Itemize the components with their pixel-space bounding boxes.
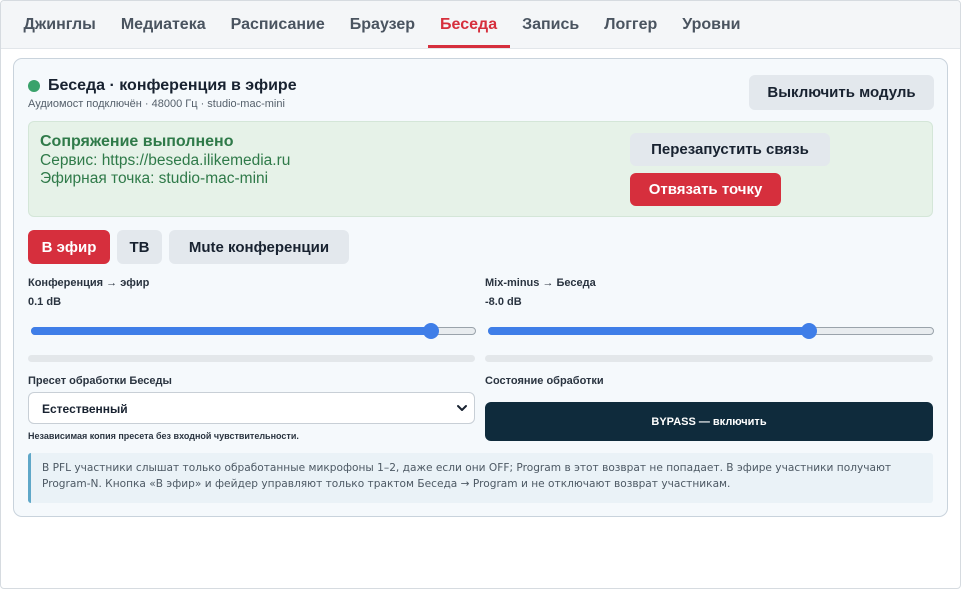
tab-beseda[interactable]: Беседа xyxy=(427,1,510,48)
tab-media-library[interactable]: Медиатека xyxy=(108,1,218,48)
module-subtitle: Аудиомост подключён · 48000 Гц · studio-… xyxy=(28,98,285,110)
conference-fader-slider[interactable] xyxy=(31,323,476,339)
mute-conference-button[interactable]: Mute конференции xyxy=(169,230,349,264)
conference-fader-fill xyxy=(31,327,431,335)
tab-jingles[interactable]: Джинглы xyxy=(11,1,108,48)
tab-bar: Джинглы Медиатека Расписание Браузер Бес… xyxy=(1,1,960,49)
tab-browser[interactable]: Браузер xyxy=(337,1,427,48)
conference-fader-label: Конференция → эфир xyxy=(28,277,150,289)
mixminus-level-meter xyxy=(485,355,933,362)
info-note: В PFL участники слышат только обработанн… xyxy=(28,453,933,503)
chevron-down-icon xyxy=(457,405,467,411)
module-title: Беседа · конференция в эфире xyxy=(48,77,297,94)
pairing-service: Сервис: https://beseda.ilikemedia.ru xyxy=(40,152,291,169)
preset-selected-value: Естественный xyxy=(42,402,128,416)
restart-connection-button[interactable]: Перезапустить связь xyxy=(630,133,830,166)
pairing-endpoint: Эфирная точка: studio-mac-mini xyxy=(40,170,269,187)
mixminus-fader-value: -8.0 dB xyxy=(485,296,522,308)
pairing-status-box: Сопряжение выполнено Сервис: https://bes… xyxy=(28,121,933,217)
conference-fader-value: 0.1 dB xyxy=(28,296,62,308)
tab-recording[interactable]: Запись xyxy=(510,1,592,48)
on-air-button[interactable]: В эфир xyxy=(28,230,110,264)
pairing-title: Сопряжение выполнено xyxy=(40,133,234,150)
conference-module-card: Беседа · конференция в эфире Аудиомост п… xyxy=(13,58,948,517)
bypass-toggle-button[interactable]: BYPASS — включить xyxy=(485,402,933,441)
preset-hint: Независимая копия пресета без входной чу… xyxy=(28,431,299,441)
app-frame: Джинглы Медиатека Расписание Браузер Бес… xyxy=(0,0,961,589)
disable-module-button[interactable]: Выключить модуль xyxy=(749,75,934,110)
mixminus-fader-label: Mix-minus → Беседа xyxy=(485,277,596,289)
processing-state-label: Состояние обработки xyxy=(485,375,604,387)
tab-levels[interactable]: Уровни xyxy=(670,1,753,48)
conference-level-meter xyxy=(28,355,475,362)
status-dot-icon xyxy=(28,80,40,92)
tab-schedule[interactable]: Расписание xyxy=(218,1,337,48)
mixminus-fader-fill xyxy=(488,327,809,335)
mixminus-fader-thumb[interactable] xyxy=(801,323,817,339)
preset-label: Пресет обработки Беседы xyxy=(28,375,172,387)
tb-button[interactable]: ТВ xyxy=(117,230,162,264)
info-note-text: В PFL участники слышат только обработанн… xyxy=(42,462,892,490)
conference-fader-thumb[interactable] xyxy=(423,323,439,339)
preset-select[interactable]: Естественный xyxy=(28,392,475,424)
tab-logger[interactable]: Логгер xyxy=(592,1,670,48)
unbind-endpoint-button[interactable]: Отвязать точку xyxy=(630,173,781,206)
mixminus-fader-slider[interactable] xyxy=(488,323,934,339)
